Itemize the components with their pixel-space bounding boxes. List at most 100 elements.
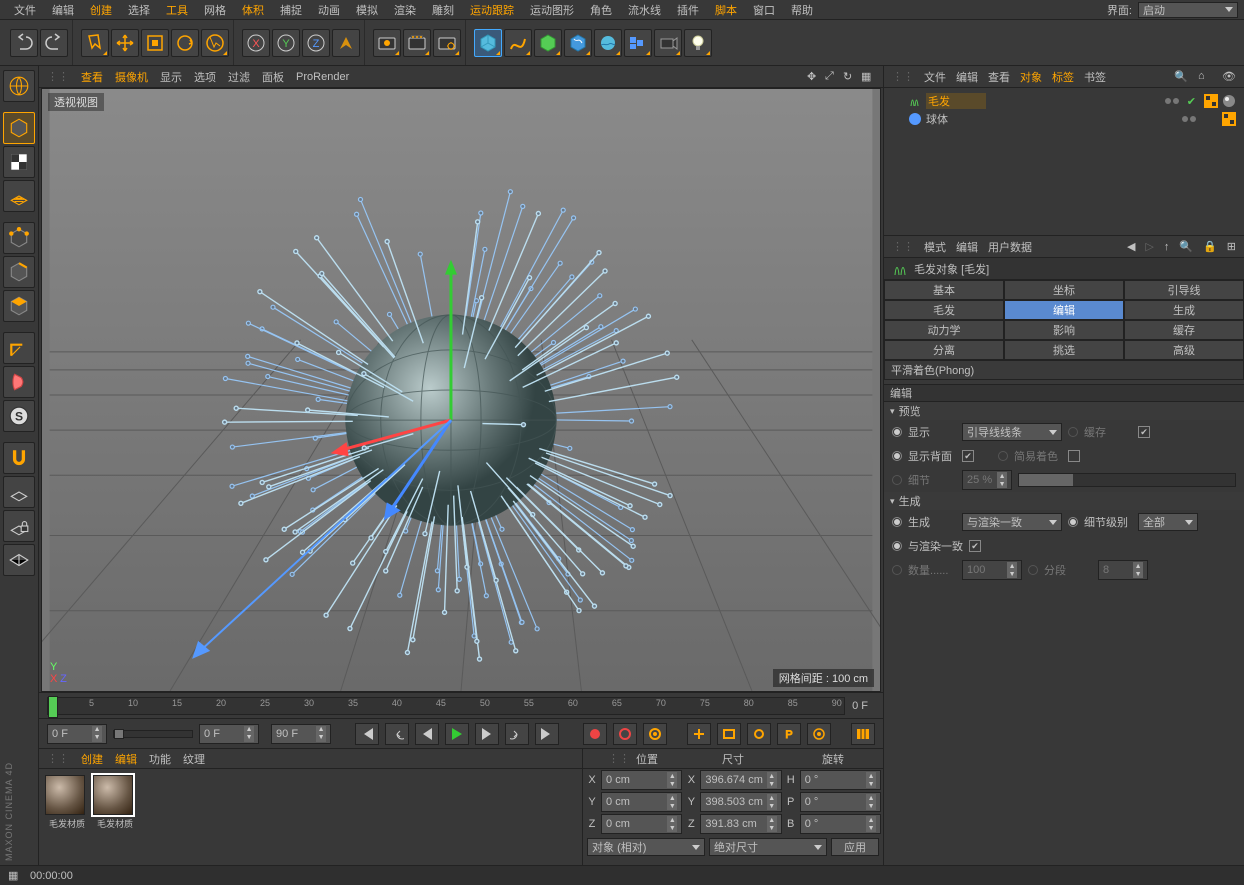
attr-tab-1[interactable]: 坐标 xyxy=(1004,280,1124,300)
add-generator-button[interactable] xyxy=(534,29,562,57)
nav-fwd-icon[interactable]: ▷ xyxy=(1145,240,1153,253)
phong-tag-icon[interactable] xyxy=(1222,94,1236,108)
pos-Y-field[interactable]: 0 cm▲▼ xyxy=(601,792,682,812)
axis-mode-button[interactable] xyxy=(3,332,35,364)
size-Z-field[interactable]: 391.83 cm▲▼ xyxy=(700,814,781,834)
menu-file[interactable]: 文件 xyxy=(6,2,44,18)
material-item[interactable]: 毛发材质 xyxy=(93,775,137,876)
mat-menu-create[interactable]: 创建 xyxy=(81,751,103,767)
attr-menu-edit[interactable]: 编辑 xyxy=(956,239,978,255)
key-pos-button[interactable] xyxy=(687,723,711,745)
eye-icon[interactable]: 👁 xyxy=(1222,70,1236,84)
radio-lod[interactable] xyxy=(1068,517,1078,527)
vp-nav-icon[interactable]: ✥ xyxy=(807,70,821,84)
menu-plugins[interactable]: 插件 xyxy=(669,2,707,18)
search-icon[interactable]: 🔍 xyxy=(1174,70,1188,84)
menu-pipeline[interactable]: 流水线 xyxy=(620,2,669,18)
menu-mograph[interactable]: 运动图形 xyxy=(522,2,582,18)
vp-menu-display[interactable]: 显示 xyxy=(160,69,182,85)
vp-menu-prorender[interactable]: ProRender xyxy=(296,71,349,83)
mat-menu-edit[interactable]: 编辑 xyxy=(115,751,137,767)
record-button[interactable] xyxy=(583,723,607,745)
object-name[interactable]: 球体 xyxy=(926,111,986,127)
menu-volume[interactable]: 体积 xyxy=(234,2,272,18)
object-row-hair[interactable]: 毛发 ✔ xyxy=(892,92,1236,110)
mat-menu-texture[interactable]: 纹理 xyxy=(183,751,205,767)
subsection-generate[interactable]: 生成 xyxy=(884,492,1244,510)
play-button[interactable] xyxy=(445,723,469,745)
render-view-button[interactable] xyxy=(373,29,401,57)
attr-tab-11[interactable]: 高级 xyxy=(1124,340,1244,360)
menu-render[interactable]: 渲染 xyxy=(386,2,424,18)
obj-tab-view[interactable]: 查看 xyxy=(988,69,1010,85)
key-rot-button[interactable] xyxy=(747,723,771,745)
attr-menu-mode[interactable]: 模式 xyxy=(924,239,946,255)
timeline[interactable]: 051015202530354045505560657075808590 0 F xyxy=(39,692,883,718)
obj-tab-bookmark[interactable]: 书签 xyxy=(1084,69,1106,85)
redo-button[interactable] xyxy=(40,29,68,57)
add-light-button[interactable] xyxy=(654,29,682,57)
menu-select[interactable]: 选择 xyxy=(120,2,158,18)
timeline-window-button[interactable] xyxy=(851,723,875,745)
select-tool[interactable] xyxy=(81,29,109,57)
prev-key-button[interactable] xyxy=(385,723,409,745)
object-row-sphere[interactable]: 球体 xyxy=(892,110,1236,128)
next-key-button[interactable] xyxy=(505,723,529,745)
workplane-mode-button[interactable] xyxy=(3,180,35,212)
texture-mode-button[interactable] xyxy=(3,146,35,178)
lock-z-button[interactable]: Z xyxy=(302,29,330,57)
pos-X-field[interactable]: 0 cm▲▼ xyxy=(601,770,682,790)
menu-simulate[interactable]: 模拟 xyxy=(348,2,386,18)
rot-B-field[interactable]: 0 °▲▼ xyxy=(800,814,881,834)
attr-tab-8[interactable]: 缓存 xyxy=(1124,320,1244,340)
vp-zoom-icon[interactable]: ⤢ xyxy=(825,70,839,84)
add-environment-button[interactable] xyxy=(594,29,622,57)
flat-checkbox[interactable] xyxy=(1068,450,1080,462)
next-frame-button[interactable] xyxy=(475,723,499,745)
edge-mode-button[interactable] xyxy=(3,256,35,288)
phong-tab[interactable]: 平滑着色(Phong) xyxy=(884,360,1244,380)
object-name[interactable]: 毛发 xyxy=(926,93,986,109)
menu-icon[interactable]: ⊞ xyxy=(1227,240,1236,253)
count-field[interactable]: 100▲▼ xyxy=(962,560,1022,580)
key-scale-button[interactable] xyxy=(717,723,741,745)
menu-character[interactable]: 角色 xyxy=(582,2,620,18)
move-tool[interactable] xyxy=(111,29,139,57)
radio-flat[interactable] xyxy=(998,451,1008,461)
frame-current-field[interactable]: 0 F▲▼ xyxy=(199,724,259,744)
last-tool[interactable] xyxy=(201,29,229,57)
radio-gen[interactable] xyxy=(892,517,902,527)
prev-frame-button[interactable] xyxy=(415,723,439,745)
attr-tab-0[interactable]: 基本 xyxy=(884,280,1004,300)
vp-menu-options[interactable]: 选项 xyxy=(194,69,216,85)
coord-system-button[interactable] xyxy=(332,29,360,57)
vp-orbit-icon[interactable]: ↻ xyxy=(843,70,857,84)
radio-cache[interactable] xyxy=(1068,427,1078,437)
attr-menu-userdata[interactable]: 用户数据 xyxy=(988,239,1032,255)
lock-y-button[interactable]: Y xyxy=(272,29,300,57)
planar-workplane-button[interactable] xyxy=(3,544,35,576)
render-pv-button[interactable] xyxy=(403,29,431,57)
goto-end-button[interactable] xyxy=(535,723,559,745)
frame-start-field[interactable]: 0 F▲▼ xyxy=(47,724,107,744)
tweak-mode-button[interactable] xyxy=(3,366,35,398)
obj-tab-tags[interactable]: 标签 xyxy=(1052,69,1074,85)
menu-tools[interactable]: 工具 xyxy=(158,2,196,18)
radio-backface[interactable] xyxy=(892,451,902,461)
model-mode-button[interactable] xyxy=(3,112,35,144)
keyframe-sel-button[interactable] xyxy=(643,723,667,745)
detail-slider[interactable] xyxy=(1018,473,1236,487)
coord-size-dropdown[interactable]: 绝对尺寸 xyxy=(709,838,827,856)
lod-dropdown[interactable]: 全部 xyxy=(1138,513,1198,531)
locked-workplane-button[interactable] xyxy=(3,510,35,542)
nav-up-icon[interactable]: ↑ xyxy=(1164,241,1170,253)
obj-tab-object[interactable]: 对象 xyxy=(1020,69,1042,85)
attr-tab-5[interactable]: 生成 xyxy=(1124,300,1244,320)
coord-apply-button[interactable]: 应用 xyxy=(831,838,879,856)
add-camera-button[interactable] xyxy=(624,29,652,57)
point-mode-button[interactable] xyxy=(3,222,35,254)
attr-tab-9[interactable]: 分离 xyxy=(884,340,1004,360)
cache-checkbox[interactable]: ✔ xyxy=(1138,426,1150,438)
size-X-field[interactable]: 396.674 cm▲▼ xyxy=(700,770,781,790)
menu-snap[interactable]: 捕捉 xyxy=(272,2,310,18)
